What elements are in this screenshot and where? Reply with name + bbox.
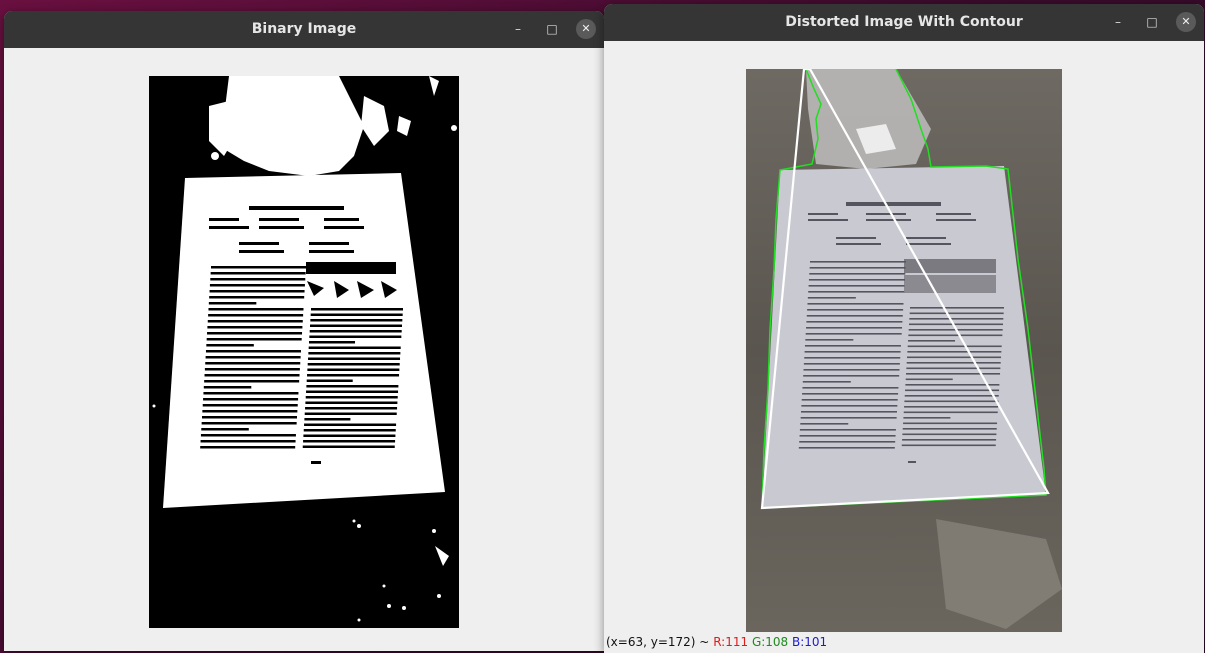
- close-icon[interactable]: ✕: [1176, 12, 1196, 32]
- binary-image: [149, 76, 459, 628]
- minimize-icon[interactable]: –: [508, 19, 528, 39]
- window-content: [4, 48, 604, 651]
- binary-image-window: Binary Image – □ ✕: [4, 11, 604, 651]
- close-icon[interactable]: ✕: [576, 19, 596, 39]
- coords-readout: (x=63, y=172) ~: [606, 635, 710, 649]
- blue-value: B:101: [792, 635, 828, 649]
- distorted-image-graphic: [746, 69, 1062, 632]
- binary-image-graphic: [152, 76, 457, 622]
- red-value: R:111: [713, 635, 749, 649]
- maximize-icon[interactable]: □: [542, 19, 562, 39]
- minimize-icon[interactable]: –: [1108, 12, 1128, 32]
- title-bar[interactable]: Distorted Image With Contour – □ ✕: [604, 4, 1204, 41]
- status-bar: (x=63, y=172) ~ R:111 G:108 B:101: [606, 635, 827, 649]
- distorted-image[interactable]: [746, 69, 1062, 632]
- title-bar[interactable]: Binary Image – □ ✕: [4, 11, 604, 48]
- distorted-image-window: Distorted Image With Contour – □ ✕ (x=63…: [604, 4, 1204, 653]
- maximize-icon[interactable]: □: [1142, 12, 1162, 32]
- green-value: G:108: [751, 635, 789, 649]
- window-content: (x=63, y=172) ~ R:111 G:108 B:101: [604, 41, 1204, 653]
